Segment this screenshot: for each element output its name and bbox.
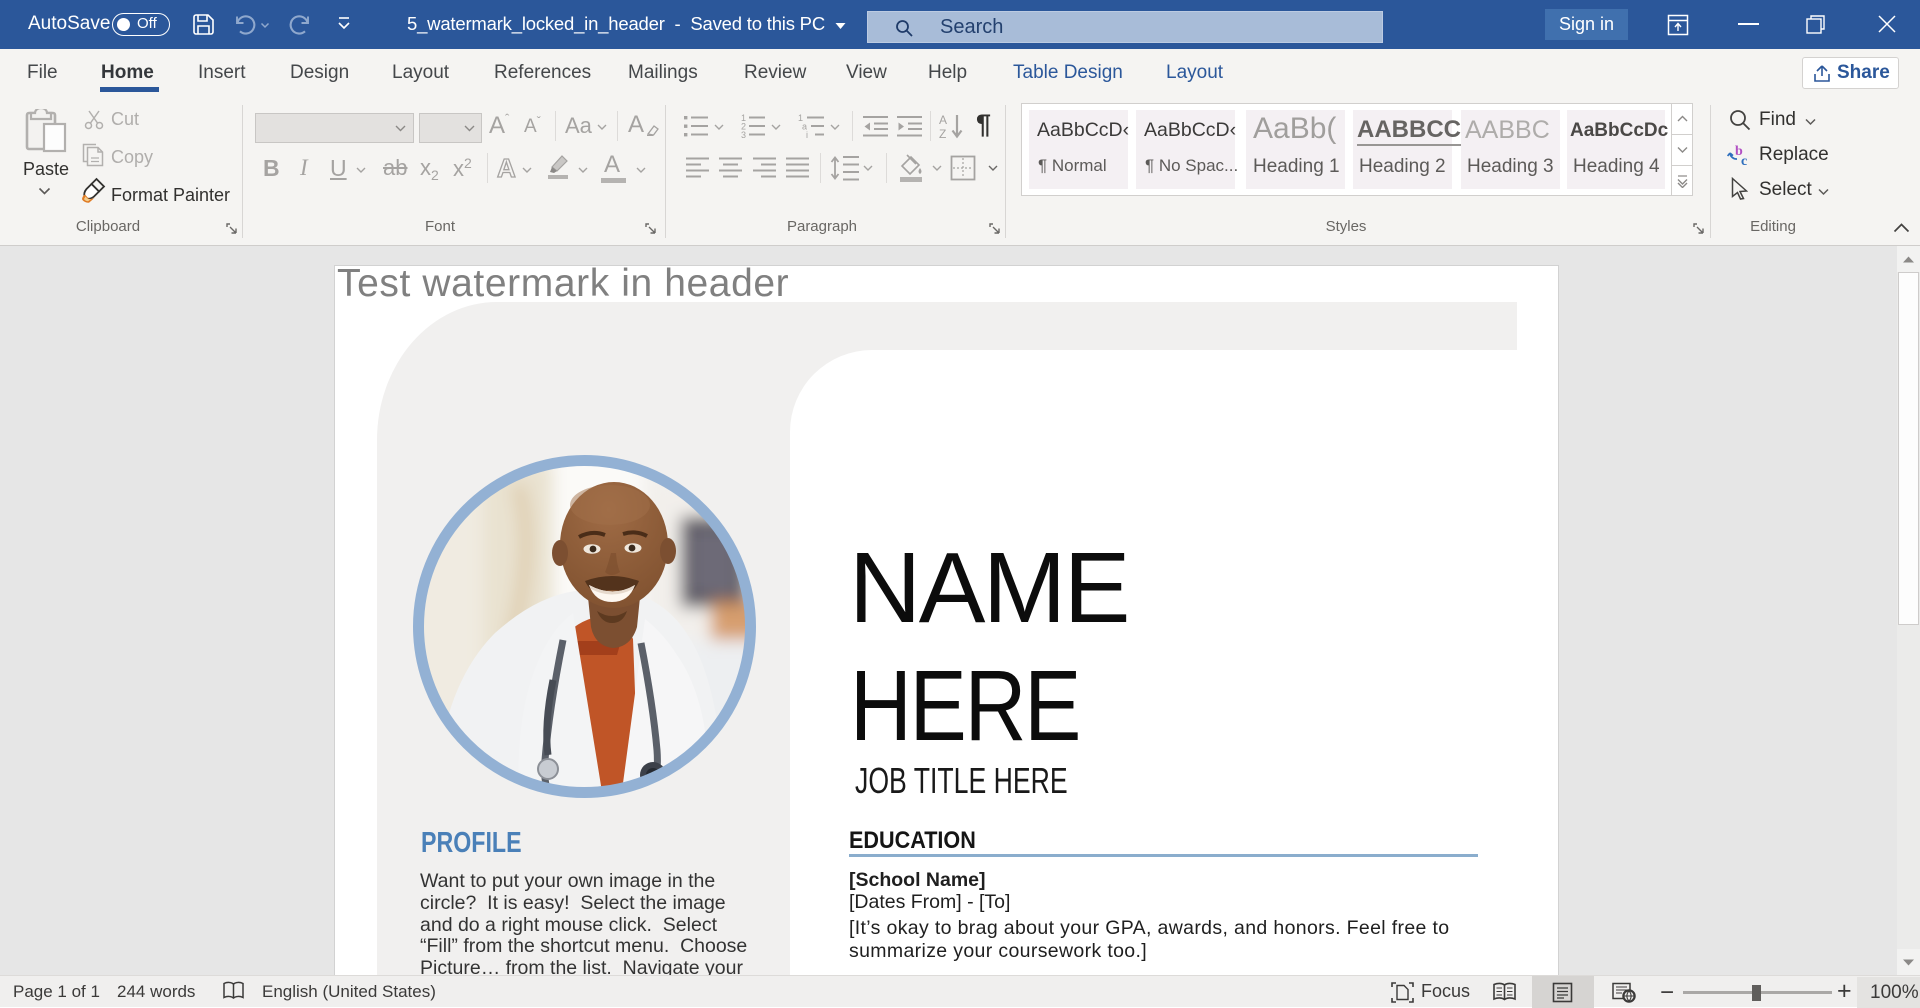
- svg-text:A: A: [939, 113, 947, 127]
- svg-text:i: i: [806, 130, 808, 138]
- svg-text:c: c: [1741, 154, 1747, 167]
- svg-text:3: 3: [741, 130, 746, 138]
- svg-text:Z: Z: [939, 127, 946, 140]
